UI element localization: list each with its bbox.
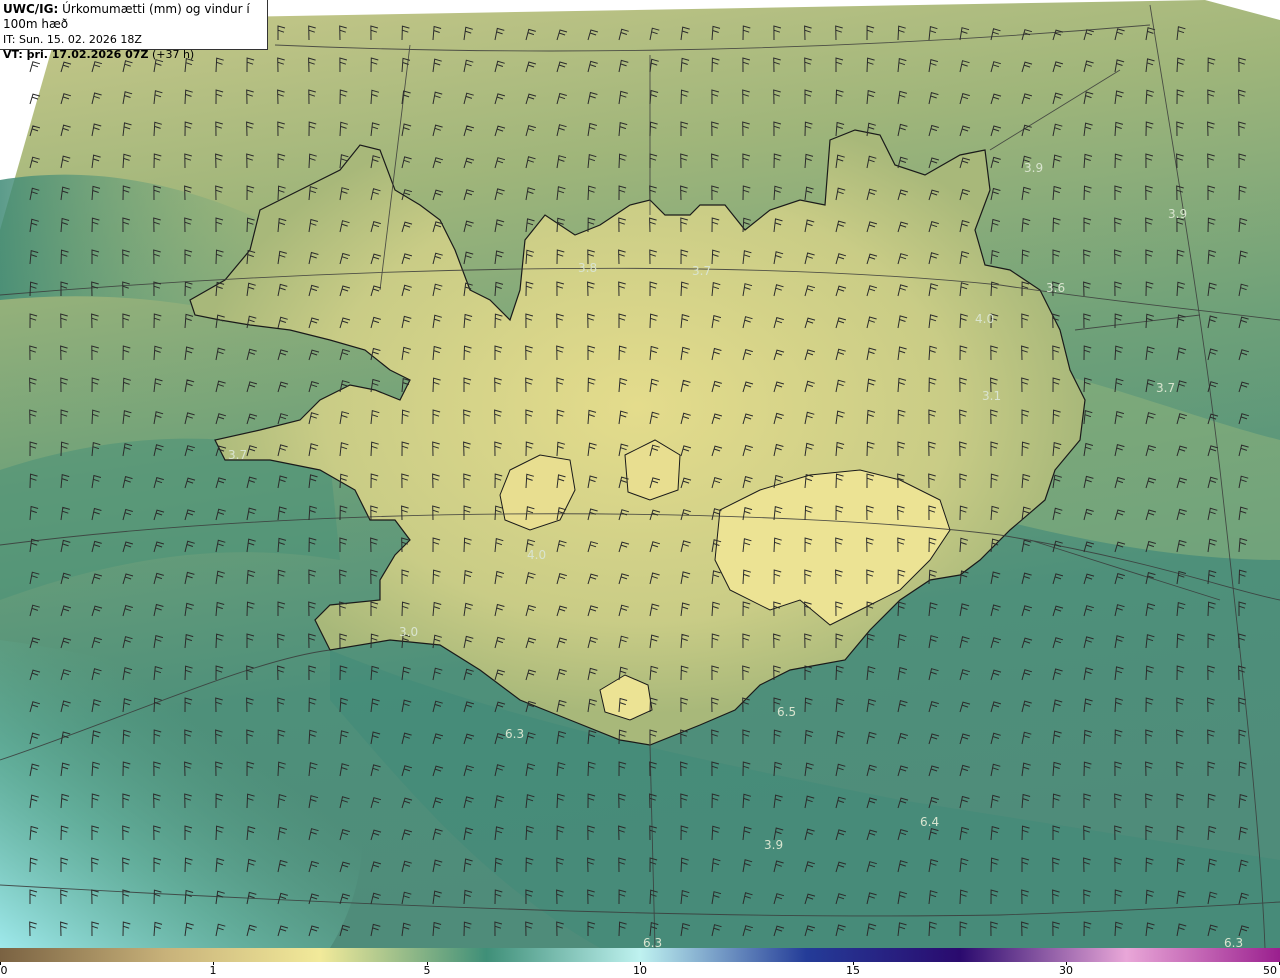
map-value: 6.3 <box>643 936 662 948</box>
map-value: 3.7 <box>692 264 711 278</box>
colorbar-tick-label: 1 <box>209 964 217 977</box>
map-value: 6.4 <box>920 815 939 829</box>
colorbar-tick-label: 5 <box>423 964 431 977</box>
title-line: UWC/IG: Úrkomumætti (mm) og vindur í 100… <box>3 2 264 32</box>
valid-time-line: VT: þri. 17.02.2026 07Z (+37 h) <box>3 47 264 62</box>
colorbar: 0 1 5 10 15 30 50 <box>0 948 1280 978</box>
map-value: 3.0 <box>399 625 418 639</box>
map-title-box: UWC/IG: Úrkomumætti (mm) og vindur í 100… <box>0 0 268 61</box>
issue-time: IT: Sun. 15. 02. 2026 18Z <box>3 33 142 46</box>
map-value: 3.7 <box>1156 381 1175 395</box>
colorbar-tick-label: 30 <box>1059 964 1073 977</box>
lead-time: (+37 h) <box>151 48 195 61</box>
forecast-map[interactable]: 3.9 3.9 3.8 3.7 3.6 4.0 3.7 3.7 3.1 4.0 … <box>0 0 1280 948</box>
map-value: 4.0 <box>975 312 994 326</box>
map-value: 3.9 <box>1168 207 1187 221</box>
colorbar-tick-label: 0 <box>0 964 8 977</box>
colorbar-tick-label: 15 <box>846 964 860 977</box>
colorbar-strip <box>0 948 1280 962</box>
map-value: 3.7 <box>228 448 247 462</box>
map-value: 6.3 <box>505 727 524 741</box>
map-value: 3.9 <box>1024 161 1043 175</box>
map-value: 3.9 <box>764 838 783 852</box>
map-value: 6.3 <box>1224 936 1243 948</box>
valid-time: VT: þri. 17.02.2026 07Z <box>3 48 149 61</box>
map-value: 3.1 <box>982 389 1001 403</box>
map-value: 3.8 <box>578 261 597 275</box>
map-value: 3.6 <box>1046 281 1065 295</box>
colorbar-tick-label: 10 <box>633 964 647 977</box>
map-value: 4.0 <box>527 548 546 562</box>
model-label: UWC/IG: <box>3 2 59 16</box>
colorbar-tick-label: 50 <box>1263 964 1277 977</box>
map-value: 6.5 <box>777 705 796 719</box>
